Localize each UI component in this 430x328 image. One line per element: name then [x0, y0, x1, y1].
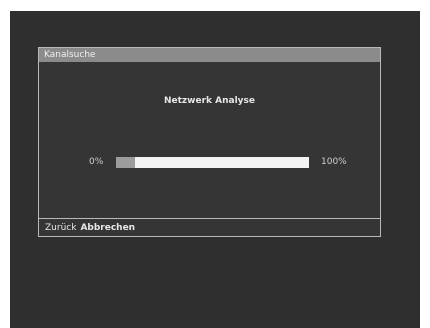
channel-search-dialog: Kanalsuche Netzwerk Analyse 0% 100% Zurü…: [38, 47, 381, 237]
progress-bar: [116, 157, 309, 168]
progress-end-label: 100%: [321, 157, 347, 167]
back-button[interactable]: Zurück: [45, 223, 76, 233]
footer-divider: [39, 218, 380, 219]
dialog-footer: Zurück Abbrechen: [45, 223, 135, 233]
progress-start-label: 0%: [89, 157, 104, 167]
progress-bar-fill: [116, 157, 136, 168]
dialog-title: Kanalsuche: [39, 48, 380, 62]
network-analysis-heading: Netzwerk Analyse: [163, 96, 255, 106]
cancel-button[interactable]: Abbrechen: [80, 223, 135, 233]
